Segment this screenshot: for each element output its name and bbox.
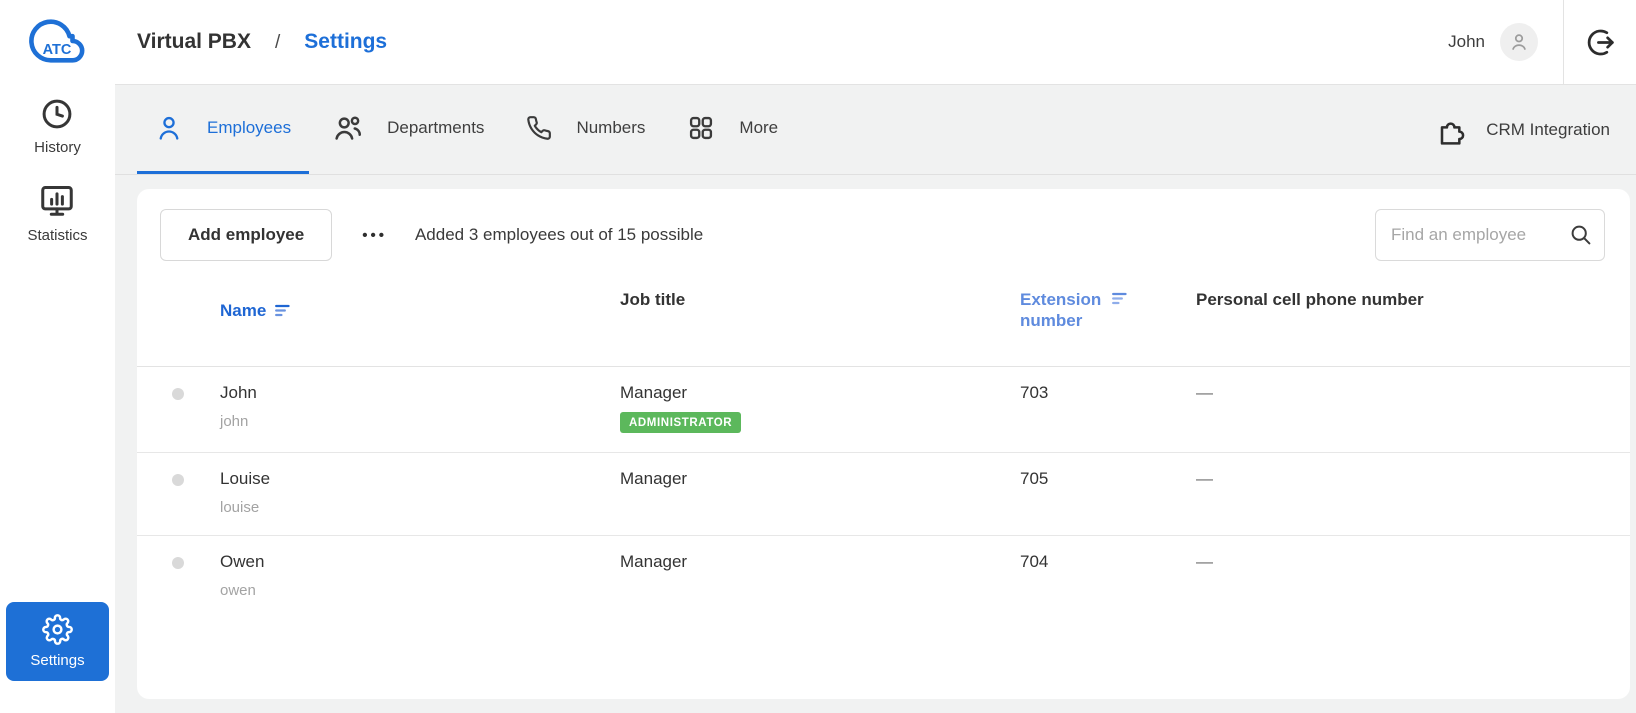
sort-bars-icon <box>275 304 290 316</box>
tab-numbers[interactable]: Numbers <box>508 85 663 174</box>
person-icon <box>159 116 179 140</box>
personal-cell-value: — <box>1196 551 1213 571</box>
employees-card: Add employee ••• Added 3 employees out o… <box>137 189 1630 699</box>
add-employee-button[interactable]: Add employee <box>160 209 333 261</box>
status-dot <box>172 387 184 400</box>
header-right: John <box>1448 0 1636 84</box>
employee-name: Louise <box>220 468 271 488</box>
breadcrumb-root: Virtual PBX <box>137 30 251 53</box>
sidebar-item-statistics[interactable]: Statistics <box>27 182 88 244</box>
svg-text:ATC: ATC <box>42 42 71 58</box>
employee-username: owen <box>220 581 256 599</box>
extension-number: 704 <box>1020 551 1049 571</box>
puzzle-icon <box>1440 121 1465 145</box>
phone-icon <box>527 116 552 140</box>
name-cell: Owen owen <box>220 552 620 599</box>
employee-search <box>1375 209 1605 261</box>
breadcrumb-current[interactable]: Settings <box>304 30 387 54</box>
table-row[interactable]: John john Manager ADMINISTRATOR 703 — <box>137 367 1630 453</box>
name-cell: John john <box>220 383 620 433</box>
name-cell: Louise louise <box>220 469 620 516</box>
employee-count-summary: Added 3 employees out of 15 possible <box>414 225 704 244</box>
tab-bar: Employees Departments Numbers More CRM I… <box>115 85 1636 175</box>
top-header: Virtual PBX / Settings John <box>115 0 1636 85</box>
table-header-row: Name Job title Extension number Personal… <box>137 261 1630 367</box>
sort-bars-icon <box>1112 292 1127 305</box>
tab-more[interactable]: More <box>669 85 796 174</box>
logout-icon <box>1587 29 1614 55</box>
status-dot <box>172 556 184 569</box>
breadcrumb: Virtual PBX / Settings <box>137 30 387 54</box>
status-cell <box>137 383 220 433</box>
column-header-personal-cell: Personal cell phone number <box>1196 290 1424 309</box>
sidebar-item-history[interactable]: History <box>34 96 81 156</box>
person-icon <box>1512 34 1526 50</box>
table-row[interactable]: Louise louise Manager 705 — <box>137 453 1630 536</box>
job-title: Manager <box>620 551 688 571</box>
gear-icon <box>42 614 73 645</box>
tab-label: More <box>739 118 779 137</box>
user-name: John <box>1448 32 1485 51</box>
sidebar-item-label: History <box>34 139 81 156</box>
people-icon <box>335 116 362 140</box>
header-spacer <box>137 289 220 332</box>
personal-cell-value: — <box>1196 382 1213 402</box>
column-header-job-title: Job title <box>620 290 686 309</box>
employee-name: John <box>220 382 257 402</box>
breadcrumb-separator: / <box>274 32 281 53</box>
user-avatar[interactable] <box>1500 23 1538 61</box>
crm-label: CRM Integration <box>1486 119 1610 139</box>
sidebar: ATC History Statistics Settings <box>0 0 115 713</box>
tab-label: Employees <box>207 118 292 137</box>
magnifier-icon[interactable] <box>1569 223 1593 247</box>
settings-button-label: Settings <box>30 652 85 669</box>
column-header-extension-number[interactable]: Extension number <box>1020 289 1140 332</box>
status-cell <box>137 469 220 516</box>
table-row[interactable]: Owen owen Manager 704 — <box>137 536 1630 618</box>
administrator-badge: ADMINISTRATOR <box>620 411 742 433</box>
monitor-chart-icon <box>41 186 74 216</box>
employee-username: john <box>220 412 249 430</box>
personal-cell-value: — <box>1196 468 1213 488</box>
clock-icon <box>43 99 72 129</box>
job-cell: Manager <box>620 552 1020 599</box>
job-title: Manager <box>620 468 688 488</box>
tab-label: Numbers <box>576 118 646 137</box>
grid-icon <box>690 116 713 140</box>
cloud-icon: ATC <box>28 19 84 63</box>
tab-departments[interactable]: Departments <box>315 85 502 174</box>
crm-integration-button[interactable]: CRM Integration <box>1436 85 1614 174</box>
logout-button[interactable] <box>1563 0 1636 84</box>
job-title: Manager <box>620 382 688 402</box>
tab-employees[interactable]: Employees <box>137 85 310 174</box>
status-cell <box>137 552 220 599</box>
sidebar-settings-button[interactable]: Settings <box>6 602 109 681</box>
employee-username: louise <box>220 498 260 516</box>
extension-number: 705 <box>1020 468 1049 488</box>
main-area: Employees Departments Numbers More CRM I… <box>115 85 1636 713</box>
job-cell: Manager ADMINISTRATOR <box>620 383 1020 433</box>
more-actions-ellipsis[interactable]: ••• <box>362 227 387 244</box>
column-header-name[interactable]: Name <box>220 289 620 332</box>
extension-number: 703 <box>1020 382 1049 402</box>
employee-name: Owen <box>220 551 265 571</box>
status-dot <box>172 473 184 486</box>
tab-label: Departments <box>387 118 485 137</box>
atc-cloud-logo[interactable]: ATC <box>28 12 87 70</box>
job-cell: Manager <box>620 469 1020 516</box>
sidebar-item-label: Statistics <box>27 227 88 244</box>
toolbar: Add employee ••• Added 3 employees out o… <box>137 209 1630 261</box>
